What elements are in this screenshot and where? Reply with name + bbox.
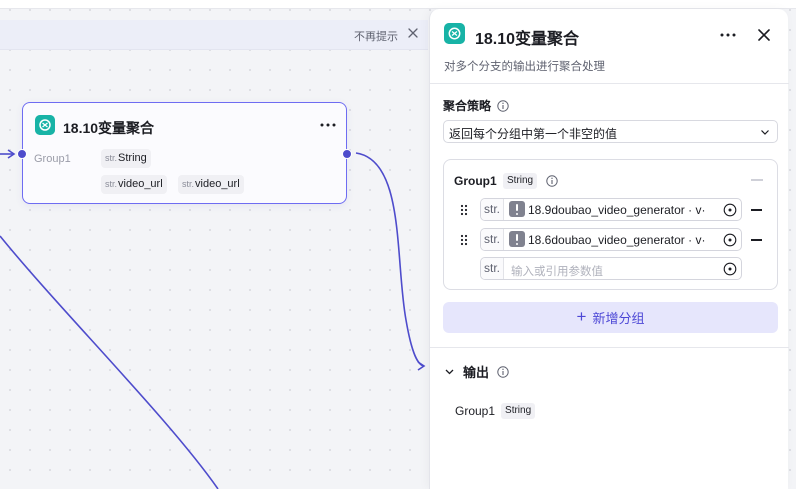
add-group-button[interactable]: + 新增分组 <box>443 302 778 333</box>
panel-description: 对多个分支的输出进行聚合处理 <box>444 61 605 73</box>
input-port[interactable] <box>17 149 27 159</box>
node-input-pill: str.video_url <box>178 175 244 194</box>
input-name: video_url <box>118 178 163 190</box>
ref-placeholder: 输入或引用参数值 <box>511 266 603 278</box>
input-name: video_url <box>195 178 240 190</box>
variable-picker-icon[interactable] <box>723 203 737 217</box>
variable-picker-icon[interactable] <box>723 233 737 247</box>
remove-ref-button[interactable] <box>751 209 762 211</box>
group-type-badge: String <box>503 173 538 189</box>
drag-handle-icon[interactable] <box>460 234 468 246</box>
plus-icon: + <box>576 307 587 326</box>
add-group-label: 新增分组 <box>592 311 645 326</box>
output-type: String <box>118 152 147 164</box>
strategy-label: 聚合策略 <box>443 99 492 113</box>
ref-type-prefix: str. <box>481 258 504 279</box>
group-card: Group1 String str. 18.9doubao_video_gene… <box>443 159 778 290</box>
aggregate-logo-icon <box>444 23 465 44</box>
output-item: Group1 String <box>455 403 536 419</box>
more-icon[interactable] <box>318 115 338 135</box>
aggregate-logo-icon <box>35 115 55 135</box>
arrow-head-outgoing <box>417 361 426 371</box>
divider <box>430 347 789 348</box>
ref-type-prefix: str. <box>481 229 504 250</box>
remove-ref-button[interactable] <box>751 239 762 241</box>
ref-type-prefix: str. <box>481 199 504 220</box>
variable-ref-input[interactable]: str. 18.9doubao_video_generator · v· <box>480 198 742 221</box>
remove-group-button[interactable] <box>751 179 763 181</box>
output-port[interactable] <box>342 149 352 159</box>
output-section-title: 输出 <box>463 365 490 380</box>
variable-ref-input[interactable]: str. 18.6doubao_video_generator · v· <box>480 228 742 251</box>
ref-value: 18.6doubao_video_generator · v· <box>528 233 706 247</box>
info-icon[interactable] <box>497 365 509 378</box>
warning-icon <box>509 201 525 217</box>
output-item-type-badge: String <box>501 403 536 419</box>
panel-title: 18.10变量聚合 <box>475 31 580 48</box>
output-item-name: Group1 <box>455 404 496 418</box>
close-icon[interactable] <box>755 26 773 44</box>
more-icon[interactable] <box>718 25 738 45</box>
drag-handle-icon[interactable] <box>460 204 468 216</box>
new-variable-ref-input[interactable]: str. 输入或引用参数值 <box>480 257 742 280</box>
type-prefix: str. <box>105 179 118 189</box>
edge-diagonal[interactable] <box>0 235 219 489</box>
group-name: Group1 <box>454 174 497 188</box>
info-icon[interactable] <box>497 99 509 112</box>
aggregate-node-card[interactable]: 18.10变量聚合 Group1 str.String str.video_ur… <box>17 102 352 204</box>
strategy-select[interactable]: 返回每个分组中第一个非空的值 <box>443 120 778 143</box>
info-icon[interactable] <box>546 175 558 187</box>
divider <box>430 83 789 84</box>
strategy-label-row: 聚合策略 <box>443 97 509 114</box>
warning-icon <box>509 231 525 247</box>
type-prefix: str. <box>182 179 195 189</box>
node-input-pill: str.video_url <box>101 175 167 194</box>
edge-outgoing[interactable] <box>355 152 425 367</box>
variable-picker-icon[interactable] <box>723 262 737 276</box>
chevron-down-icon <box>761 130 769 135</box>
node-title: 18.10变量聚合 <box>63 120 155 136</box>
strategy-select-value: 返回每个分组中第一个非空的值 <box>449 127 618 141</box>
type-prefix: str. <box>105 153 118 163</box>
node-group-label: Group1 <box>34 153 71 165</box>
output-section-toggle[interactable]: 输出 <box>444 362 509 381</box>
node-output-type-pill: str.String <box>101 149 151 168</box>
node-config-panel: 18.10变量聚合 对多个分支的输出进行聚合处理 聚合策略 返回每个分组中第一个… <box>429 9 789 489</box>
chevron-down-icon <box>445 369 454 375</box>
ref-value: 18.9doubao_video_generator · v· <box>528 203 706 217</box>
